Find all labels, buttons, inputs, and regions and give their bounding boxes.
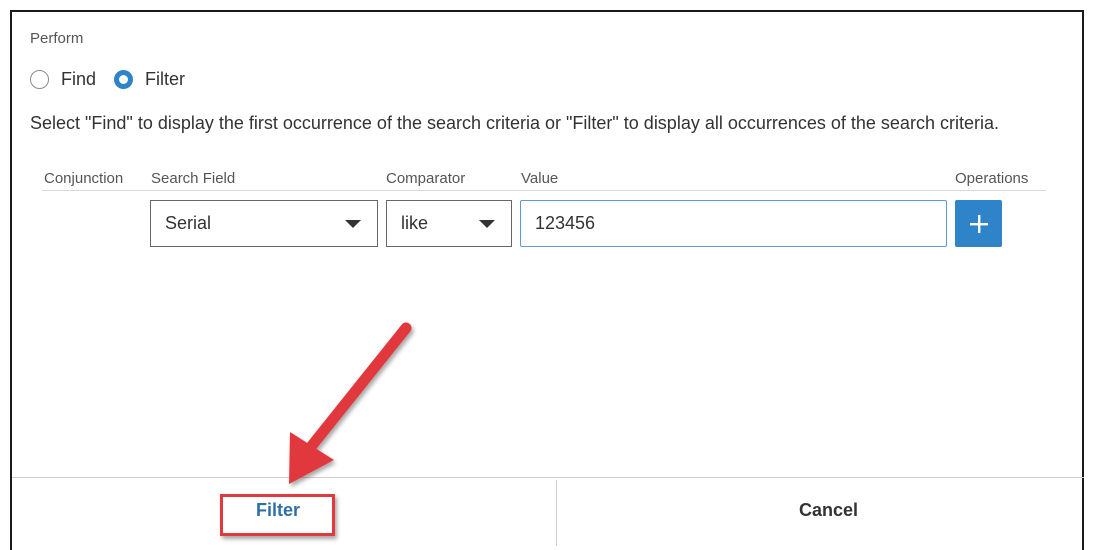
find-radio[interactable]: Find xyxy=(30,69,96,90)
comparator-select[interactable]: like xyxy=(386,200,512,247)
filter-radio-label: Filter xyxy=(145,68,186,89)
filter-radio[interactable]: Filter xyxy=(114,69,185,90)
column-header-search-field: Search Field xyxy=(151,170,236,187)
column-header-conjunction: Conjunction xyxy=(44,170,124,187)
cancel-button[interactable]: Cancel xyxy=(799,500,858,521)
perform-label: Perform xyxy=(30,30,84,47)
find-radio-label: Find xyxy=(61,68,97,89)
column-header-comparator: Comparator xyxy=(386,170,466,187)
footer-button-separator xyxy=(556,480,557,546)
search-dialog xyxy=(10,10,1084,550)
dropdown-caret-icon xyxy=(345,219,361,228)
column-header-operations: Operations xyxy=(955,170,1029,187)
search-field-select[interactable]: Serial xyxy=(150,200,378,247)
column-header-value: Value xyxy=(521,170,559,187)
radio-unchecked-icon xyxy=(30,69,49,89)
perform-help-text: Select "Find" to display the first occur… xyxy=(30,113,999,133)
perform-radio-group: Find Filter xyxy=(30,67,203,91)
annotation-highlight-box xyxy=(220,494,335,536)
dropdown-caret-icon xyxy=(479,219,495,228)
value-input[interactable] xyxy=(520,200,947,247)
plus-icon xyxy=(969,214,988,233)
search-field-value: Serial xyxy=(165,213,212,233)
footer-divider xyxy=(12,477,1084,478)
add-criteria-button[interactable] xyxy=(955,200,1002,247)
comparator-value: like xyxy=(401,213,429,233)
header-divider xyxy=(42,190,1046,191)
radio-checked-icon xyxy=(114,69,134,89)
